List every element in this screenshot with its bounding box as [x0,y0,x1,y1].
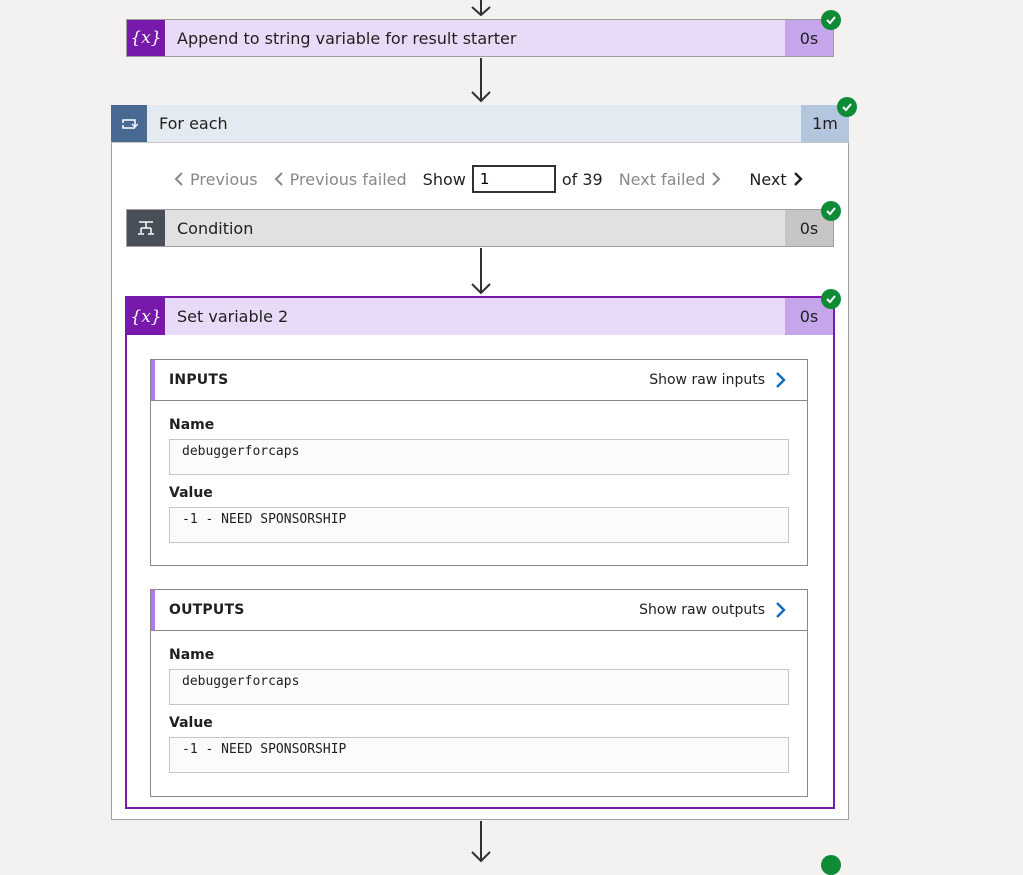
success-check-icon [821,201,841,221]
foreach-title: For each [159,114,228,133]
previous-label: Previous [190,169,258,189]
iteration-total: of 39 [561,169,603,189]
chevron-right-icon [776,372,786,388]
success-check-icon [821,855,841,875]
connector-arrow [469,58,493,104]
success-check-icon [837,97,857,117]
value-value: -1 - NEED SPONSORSHIP [169,737,789,773]
next-label: Next [749,169,787,189]
name-label: Name [169,647,215,663]
iteration-number-input[interactable] [471,165,556,193]
variable-icon: {x} [127,298,165,335]
show-raw-inputs-link[interactable]: Show raw inputs [649,371,787,389]
next-failed-button[interactable]: Next failed [619,170,724,189]
success-check-icon [821,289,841,309]
condition-action[interactable]: Condition 0s [126,209,834,247]
value-label: Value [169,715,213,731]
connector-arrow [469,0,493,18]
next-button[interactable]: Next [749,170,804,189]
chevron-left-icon [174,172,183,186]
name-label: Name [169,417,215,433]
value-label: Value [169,485,213,501]
show-raw-outputs-link[interactable]: Show raw outputs [639,601,787,619]
iteration-pager: Previous Previous failed Show of 39 Next… [172,163,805,195]
previous-failed-label: Previous failed [289,169,407,189]
connector-arrow [469,248,493,296]
action-title: Set variable 2 [177,307,289,326]
value-value: -1 - NEED SPONSORSHIP [169,507,789,543]
success-check-icon [821,10,841,30]
show-raw-outputs-label: Show raw outputs [639,602,765,618]
inputs-heading: INPUTS [169,372,229,388]
chevron-left-icon [274,172,283,186]
connector-arrow [469,821,493,863]
condition-title: Condition [177,218,254,238]
next-failed-label: Next failed [618,169,706,189]
name-value: debuggerforcaps [169,439,789,475]
outputs-header: OUTPUTS Show raw outputs [151,590,807,631]
name-value: debuggerforcaps [169,669,789,705]
outputs-heading: OUTPUTS [169,602,245,618]
inputs-section: INPUTS Show raw inputs Name debuggerforc… [150,359,808,566]
chevron-right-icon [712,172,721,186]
chevron-right-icon [776,602,786,618]
show-label: Show [422,169,466,189]
set-variable-header[interactable]: {x} Set variable 2 0s [127,298,833,335]
append-variable-action[interactable]: {x} Append to string variable for result… [126,19,834,57]
action-title: Append to string variable for result sta… [177,28,517,48]
chevron-right-icon [793,172,803,186]
loop-icon [111,105,147,142]
foreach-header[interactable]: For each 1m [111,105,849,143]
outputs-section: OUTPUTS Show raw outputs Name debuggerfo… [150,589,808,797]
show-raw-inputs-label: Show raw inputs [649,372,765,388]
condition-icon [127,210,165,246]
previous-button[interactable]: Previous [172,170,258,189]
variable-icon: {x} [127,20,165,56]
inputs-header: INPUTS Show raw inputs [151,360,807,401]
previous-failed-button[interactable]: Previous failed [272,170,407,189]
